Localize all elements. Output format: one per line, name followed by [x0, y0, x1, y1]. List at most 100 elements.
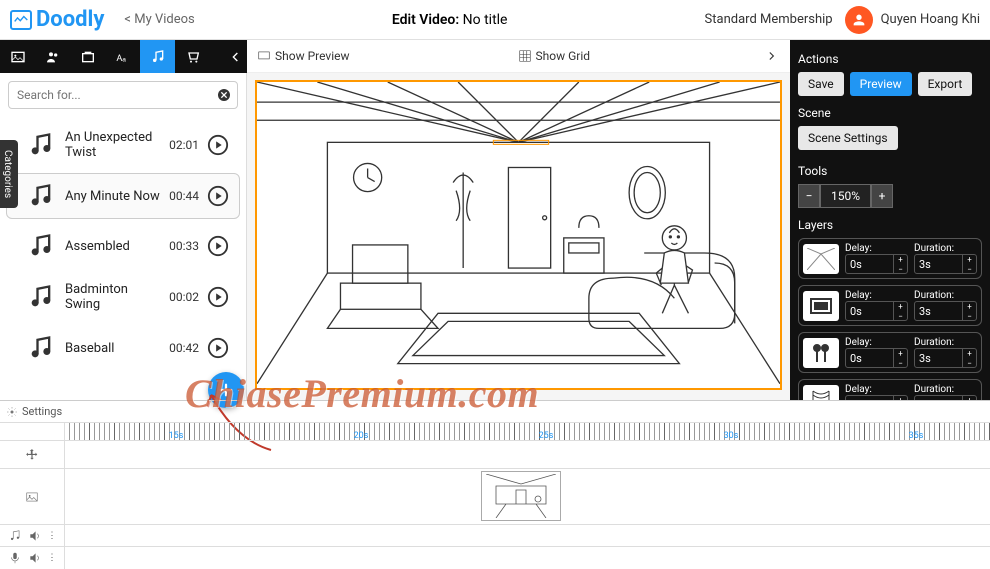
music-note-icon: [27, 131, 55, 159]
search-input[interactable]: [8, 81, 238, 109]
timeline-track-transitions[interactable]: [65, 441, 990, 468]
back-to-videos-link[interactable]: < My Videos: [124, 12, 194, 27]
props-tab[interactable]: [70, 40, 105, 73]
timeline-track-music[interactable]: [65, 525, 990, 546]
sounds-tab[interactable]: [140, 40, 175, 73]
music-name: Badminton Swing: [65, 282, 161, 312]
ruler-mark: 20s: [354, 431, 369, 441]
play-button[interactable]: [207, 337, 229, 359]
duration-value: 3s: [915, 352, 962, 365]
preview-button[interactable]: Preview: [850, 72, 912, 96]
music-duration: 02:01: [169, 138, 199, 152]
music-track-icon: [8, 529, 22, 543]
music-duration: 00:02: [169, 290, 199, 304]
zoom-out-button[interactable]: −: [798, 184, 820, 208]
show-preview-toggle[interactable]: Show Preview: [257, 49, 350, 63]
play-button[interactable]: [207, 185, 229, 207]
logo[interactable]: Doodly: [10, 7, 104, 32]
timeline-track-video[interactable]: [65, 469, 990, 524]
delay-down[interactable]: −: [893, 358, 907, 368]
delay-label: Delay:: [845, 290, 908, 301]
music-item[interactable]: Badminton Swing 00:02: [6, 273, 240, 321]
export-button[interactable]: Export: [918, 72, 973, 96]
collapse-canvas[interactable]: [764, 49, 780, 63]
layer-row[interactable]: Delay: 0s+− Duration: 3s+−: [798, 285, 982, 326]
delay-down[interactable]: −: [893, 264, 907, 274]
logo-text: Doodly: [36, 7, 104, 32]
layer-thumb: [803, 291, 839, 321]
scene-label: Scene: [798, 106, 982, 120]
characters-tab[interactable]: [35, 40, 70, 73]
delay-label: Delay:: [845, 384, 908, 395]
ruler-mark: 30s: [724, 431, 739, 441]
duration-up[interactable]: +: [962, 301, 976, 311]
music-item[interactable]: An Unexpected Twist 02:01: [6, 121, 240, 169]
asset-toolbar: Aₐ: [0, 40, 247, 73]
clear-search-icon[interactable]: [216, 87, 232, 103]
zoom-in-button[interactable]: +: [871, 184, 893, 208]
duration-down[interactable]: −: [962, 264, 976, 274]
move-icon: [25, 448, 39, 462]
delay-up[interactable]: +: [893, 301, 907, 311]
page-title: Edit Video: No title: [195, 12, 705, 28]
timeline-track-voice[interactable]: [65, 547, 990, 569]
play-button[interactable]: [207, 134, 229, 156]
timeline-settings[interactable]: Settings: [0, 401, 990, 423]
music-item[interactable]: Assembled 00:33: [6, 223, 240, 269]
ruler-mark: 15s: [169, 431, 184, 441]
layer-thumb: [803, 385, 839, 401]
save-button[interactable]: Save: [798, 72, 844, 96]
delay-label: Delay:: [845, 337, 908, 348]
duration-up[interactable]: +: [962, 348, 976, 358]
cart-tab[interactable]: [175, 40, 210, 73]
volume-icon[interactable]: [28, 551, 42, 565]
layers-label: Layers: [798, 218, 982, 232]
duration-label: Duration:: [914, 384, 977, 395]
collapse-sidebar[interactable]: [225, 40, 247, 73]
actions-label: Actions: [798, 52, 982, 66]
layer-row[interactable]: Delay: 0s+− Duration: 3s+−: [798, 379, 982, 400]
delay-up[interactable]: +: [893, 348, 907, 358]
mic-track-icon: [8, 551, 22, 565]
duration-label: Duration:: [914, 290, 977, 301]
play-button[interactable]: [207, 235, 229, 257]
duration-value: 3s: [915, 258, 962, 271]
username: Quyen Hoang Khi: [881, 12, 980, 27]
categories-tab[interactable]: Categories: [0, 140, 18, 208]
music-name: Assembled: [65, 239, 161, 254]
music-name: Baseball: [65, 341, 161, 356]
volume-icon[interactable]: [28, 529, 42, 543]
tools-label: Tools: [798, 164, 982, 178]
delay-up[interactable]: +: [893, 254, 907, 264]
music-item[interactable]: Baseball 00:42: [6, 325, 240, 371]
scenes-tab[interactable]: [0, 40, 35, 73]
delay-down[interactable]: −: [893, 311, 907, 321]
duration-down[interactable]: −: [962, 358, 976, 368]
music-note-icon: [27, 334, 55, 362]
music-duration: 00:33: [169, 239, 199, 253]
show-grid-toggle[interactable]: Show Grid: [518, 49, 591, 63]
layer-row[interactable]: Delay: 0s+− Duration: 3s+−: [798, 238, 982, 279]
play-button[interactable]: [207, 286, 229, 308]
duration-label: Duration:: [914, 243, 977, 254]
music-note-icon: [27, 283, 55, 311]
delay-value: 0s: [846, 305, 893, 318]
delay-value: 0s: [846, 258, 893, 271]
music-note-icon: [27, 232, 55, 260]
music-duration: 00:42: [169, 341, 199, 355]
music-name: An Unexpected Twist: [65, 130, 161, 160]
layer-row[interactable]: Delay: 0s+− Duration: 3s+−: [798, 332, 982, 373]
music-item[interactable]: Any Minute Now 00:44: [6, 173, 240, 219]
duration-down[interactable]: −: [962, 311, 976, 321]
scene-drawing: [257, 82, 780, 384]
avatar[interactable]: [845, 6, 873, 34]
timeline-ruler[interactable]: 15s20s25s30s35s: [65, 423, 990, 440]
timeline-clip-thumb[interactable]: [481, 471, 561, 521]
canvas-stage[interactable]: [255, 80, 782, 390]
scene-settings-button[interactable]: Scene Settings: [798, 126, 898, 150]
music-duration: 00:44: [169, 189, 199, 203]
layer-thumb: [803, 244, 839, 274]
text-tab[interactable]: Aₐ: [105, 40, 140, 73]
layer-thumb: [803, 338, 839, 368]
duration-up[interactable]: +: [962, 254, 976, 264]
